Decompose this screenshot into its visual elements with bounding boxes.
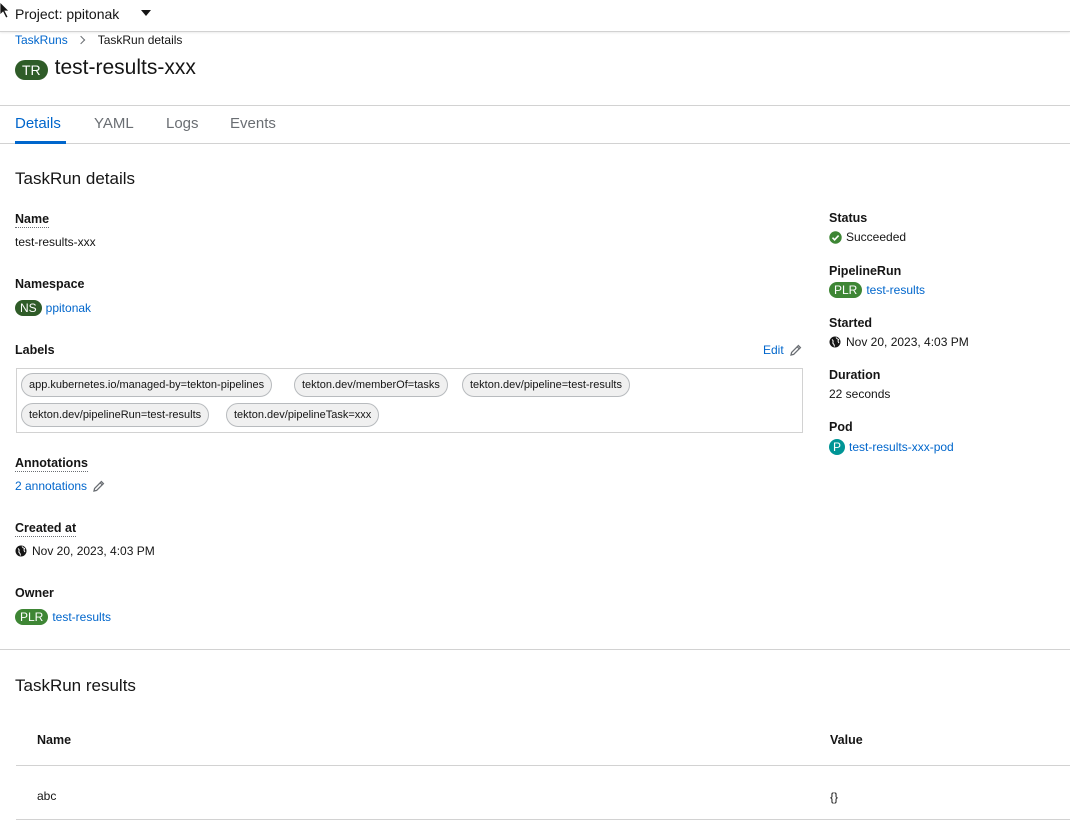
created-at-label[interactable]: Created at (15, 521, 77, 537)
owner-badge: PLR (15, 609, 49, 625)
namespace-value: NS ppitonak (15, 300, 91, 316)
top-bar: Project: ppitonak (0, 0, 1070, 32)
namespace-label: Namespace (15, 277, 85, 291)
pod-value: P test-results-xxx-pod (829, 439, 954, 455)
label-chip: app.kubernetes.io/managed-by=tekton-pipe… (21, 373, 273, 397)
result-value-cell: {} (830, 790, 839, 804)
status-label: Status (829, 211, 868, 225)
duration-value: 22 seconds (829, 387, 890, 401)
pod-badge: P (829, 439, 846, 455)
resource-badge: TR (15, 59, 48, 80)
pipelinerun-link[interactable]: test-results (866, 283, 925, 297)
started-text: Nov 20, 2023, 4:03 PM (846, 335, 969, 349)
edit-labels-text: Edit (763, 343, 784, 357)
labels-container: app.kubernetes.io/managed-by=tekton-pipe… (16, 368, 803, 433)
chevron-right-icon (76, 35, 85, 45)
name-label[interactable]: Name (15, 212, 50, 228)
tab-yaml[interactable]: YAML (94, 115, 134, 132)
project-selector[interactable]: Project: ppitonak (15, 6, 119, 22)
section-divider (0, 649, 1070, 650)
pencil-icon (789, 344, 802, 356)
annotations-link[interactable]: 2 annotations (15, 479, 87, 493)
pipelinerun-label: PipelineRun (829, 264, 902, 278)
owner-link[interactable]: test-results (52, 610, 111, 624)
labels-label: Labels (15, 343, 55, 357)
tab-logs[interactable]: Logs (166, 115, 199, 132)
pencil-icon[interactable] (93, 480, 105, 492)
breadcrumb: TaskRuns TaskRun details (15, 33, 182, 47)
status-text: Succeeded (846, 230, 907, 244)
result-name-cell: abc (37, 789, 57, 803)
results-column-name: Name (37, 733, 72, 747)
label-chip: tekton.dev/memberOf=tasks (294, 373, 448, 397)
pod-link[interactable]: test-results-xxx-pod (849, 440, 954, 454)
started-value: Nov 20, 2023, 4:03 PM (829, 335, 969, 349)
pipelinerun-value: PLR test-results (829, 282, 925, 298)
results-column-value: Value (830, 733, 863, 747)
label-chip: tekton.dev/pipelineTask=xxx (226, 403, 380, 427)
created-at-value: Nov 20, 2023, 4:03 PM (15, 544, 155, 558)
tab-events[interactable]: Events (230, 115, 276, 132)
results-heading: TaskRun results (15, 676, 136, 695)
name-value: test-results-xxx (15, 235, 96, 249)
globe-icon (15, 545, 27, 557)
name-value-text: test-results-xxx (15, 235, 96, 249)
owner-value: PLR test-results (15, 609, 111, 625)
label-chip: tekton.dev/pipeline=test-results (462, 373, 630, 397)
check-circle-icon (829, 230, 842, 244)
page-title: test-results-xxx (54, 56, 196, 79)
tab-details[interactable]: Details (15, 115, 61, 132)
table-header-divider (16, 765, 1070, 766)
active-tab-indicator (15, 141, 66, 144)
mouse-cursor-icon (0, 2, 10, 18)
edit-labels-button[interactable]: Edit (763, 343, 802, 357)
details-heading: TaskRun details (15, 169, 136, 188)
namespace-link[interactable]: ppitonak (46, 301, 91, 315)
duration-label: Duration (829, 368, 881, 382)
annotations-value: 2 annotations (15, 479, 105, 493)
table-row-divider (16, 819, 1070, 820)
status-value: Succeeded (829, 230, 906, 244)
breadcrumb-current: TaskRun details (97, 33, 183, 47)
caret-down-icon[interactable] (141, 10, 151, 16)
pod-label: Pod (829, 420, 853, 434)
namespace-badge: NS (15, 300, 42, 316)
pipelinerun-badge: PLR (829, 282, 863, 298)
annotations-label[interactable]: Annotations (15, 456, 88, 472)
duration-text: 22 seconds (829, 387, 891, 401)
owner-label: Owner (15, 586, 54, 600)
started-label: Started (829, 316, 873, 330)
tab-bar: Details YAML Logs Events (0, 105, 1070, 144)
breadcrumb-taskruns-link[interactable]: TaskRuns (15, 33, 68, 47)
label-chip: tekton.dev/pipelineRun=test-results (21, 403, 210, 427)
globe-icon (829, 336, 841, 348)
page-title-row: TR test-results-xxx (15, 56, 196, 80)
created-at-text: Nov 20, 2023, 4:03 PM (32, 544, 155, 558)
